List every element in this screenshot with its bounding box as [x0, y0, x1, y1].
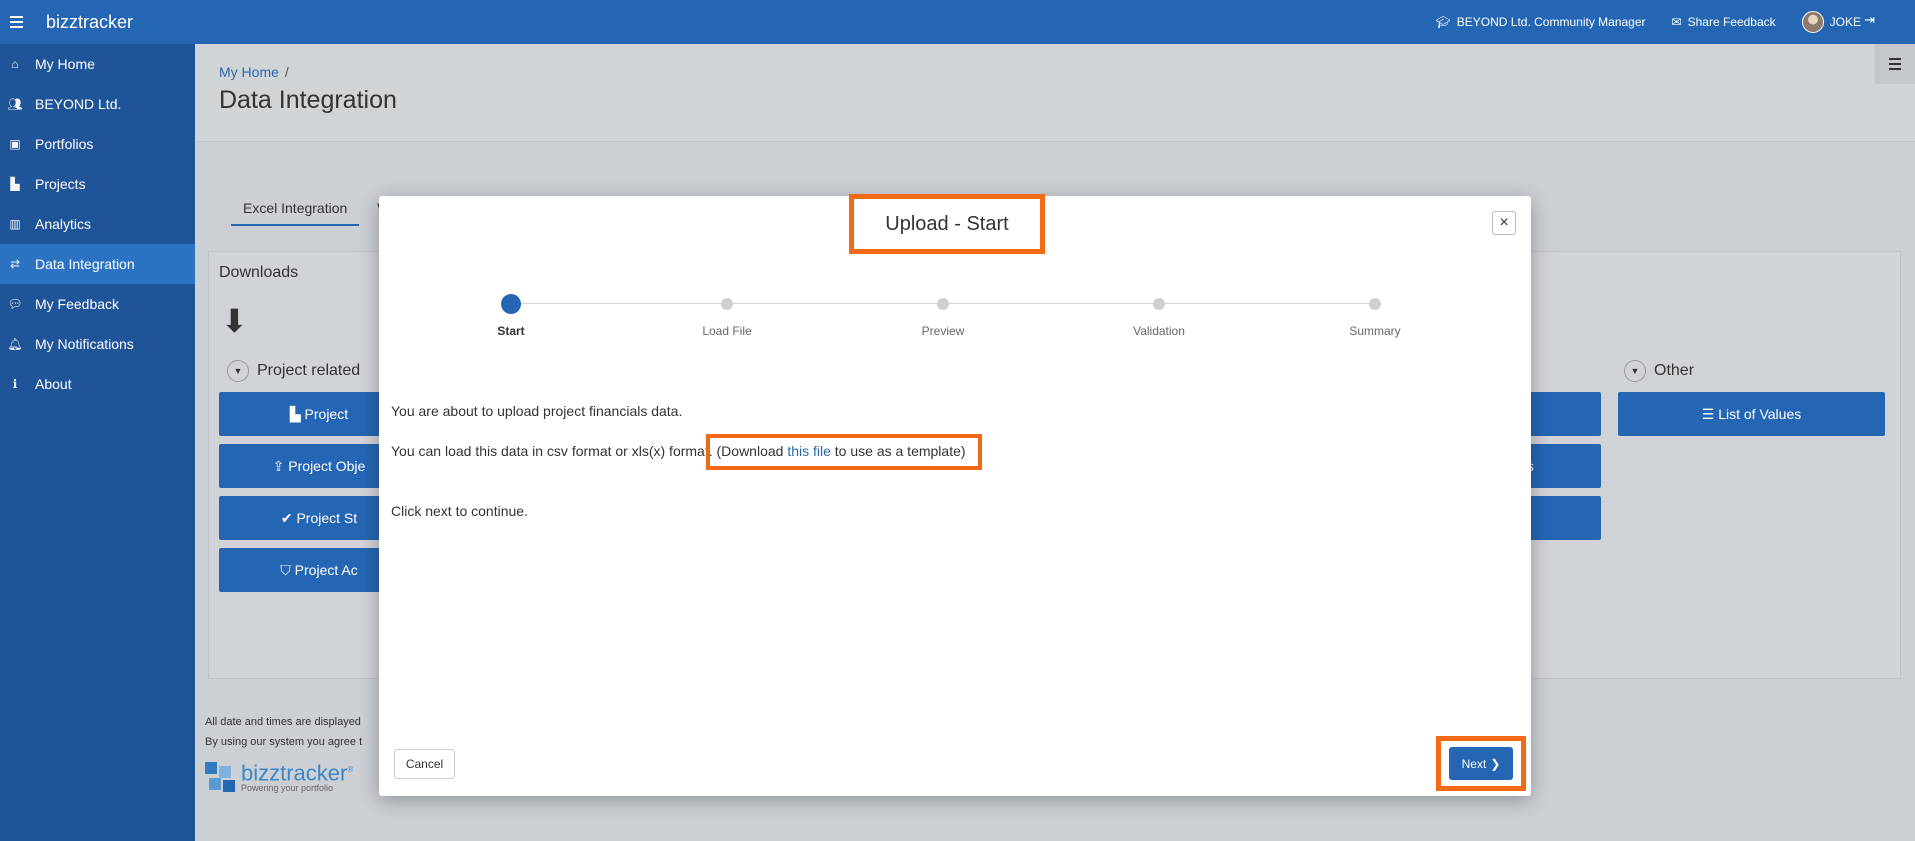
next-highlight-box: Next ❯: [1436, 736, 1526, 791]
modal-title: Upload - Start: [849, 194, 1045, 254]
next-label: Next: [1461, 756, 1487, 771]
step-label: Start: [497, 324, 525, 338]
step-dot: [937, 298, 949, 310]
cancel-button[interactable]: Cancel: [394, 749, 455, 779]
step-summary: Summary: [1315, 295, 1435, 338]
upload-modal: Upload - Start × Start Load File Preview…: [379, 194, 1531, 796]
step-start: Start: [451, 294, 571, 338]
step-dot: [1369, 298, 1381, 310]
next-button[interactable]: Next ❯: [1449, 747, 1513, 780]
step-label: Summary: [1349, 324, 1401, 338]
step-dot: [1153, 298, 1165, 310]
step-load-file: Load File: [667, 295, 787, 338]
step-preview: Preview: [883, 295, 1003, 338]
step-label: Load File: [702, 324, 752, 338]
template-highlight-box: [706, 434, 982, 470]
step-validation: Validation: [1099, 295, 1219, 338]
step-dot: [501, 294, 521, 314]
step-label: Preview: [921, 324, 965, 338]
upload-intro-text: You are about to upload project financia…: [391, 403, 683, 419]
step-dot: [721, 298, 733, 310]
chevron-right-icon: ❯: [1490, 756, 1501, 771]
continue-text: Click next to continue.: [391, 503, 528, 519]
step-label: Validation: [1133, 324, 1185, 338]
close-button[interactable]: ×: [1492, 211, 1516, 235]
